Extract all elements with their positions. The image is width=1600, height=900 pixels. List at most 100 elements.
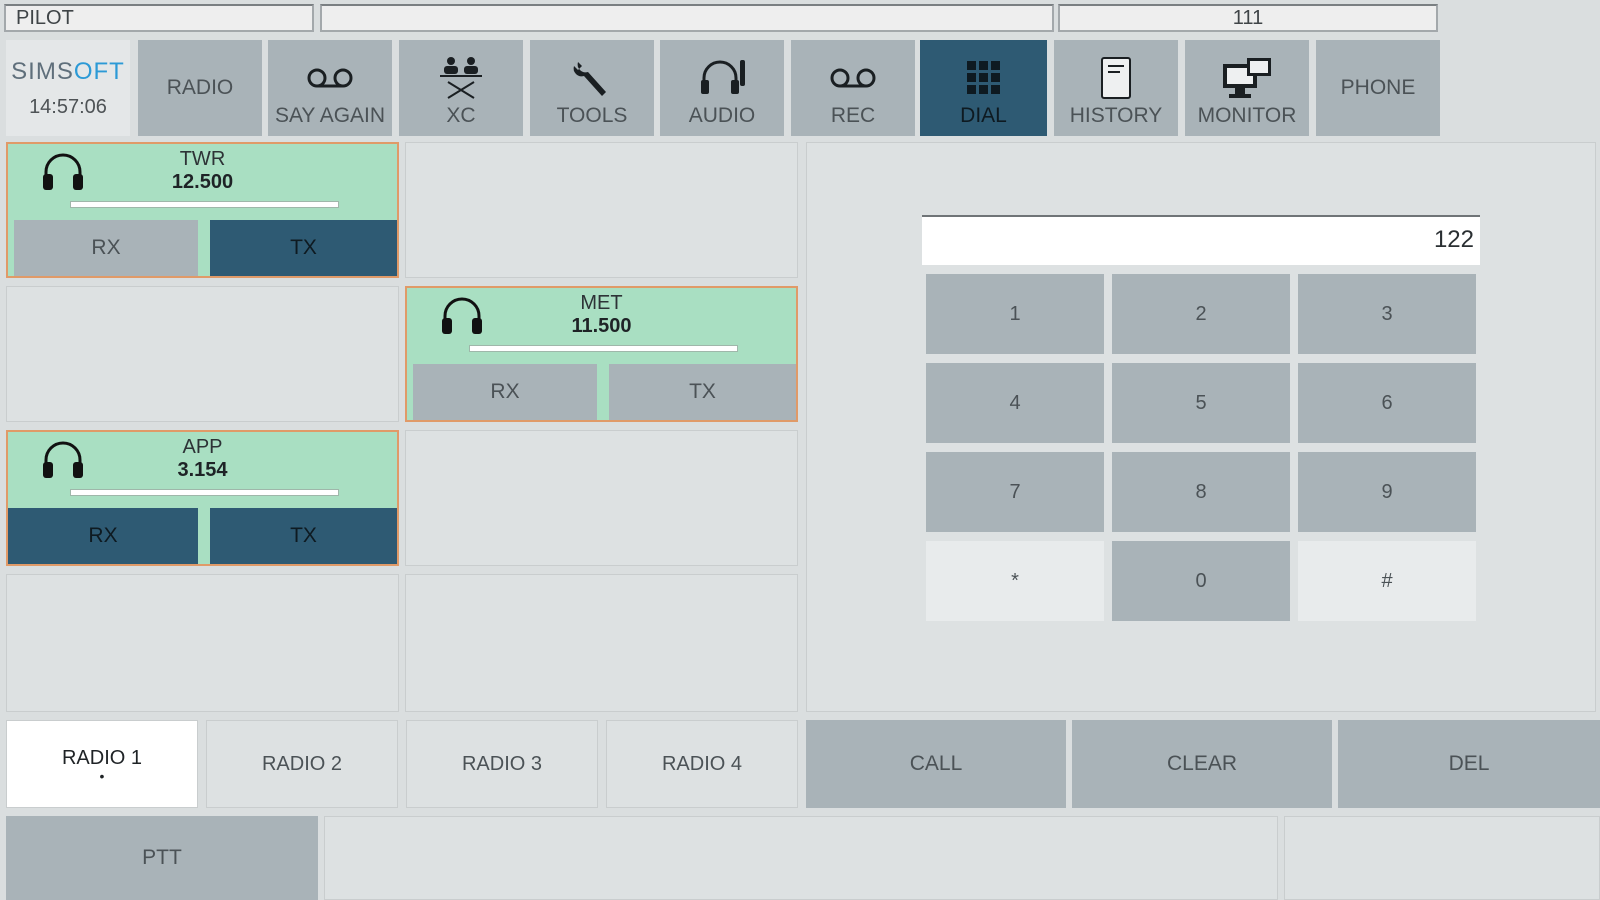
nav-history-label: HISTORY: [1069, 104, 1163, 127]
radio-slot-empty[interactable]: [6, 286, 399, 422]
key-label: 0: [1195, 569, 1207, 592]
clear-label: CLEAR: [1166, 752, 1238, 775]
key-label: 7: [1009, 480, 1021, 503]
del-button[interactable]: DEL: [1338, 720, 1600, 808]
nav-radio-label: RADIO: [166, 76, 234, 99]
tx-label: TX: [290, 524, 317, 547]
radio-slot-empty[interactable]: [405, 430, 798, 566]
tab-radio-3[interactable]: RADIO 3: [406, 720, 598, 808]
tx-button[interactable]: TX: [609, 364, 796, 420]
crosscouple-icon: [436, 52, 486, 104]
nav-xc-label: XC: [446, 104, 476, 127]
key-label: 4: [1009, 391, 1021, 414]
rx-label: RX: [490, 380, 520, 403]
key-label: 8: [1195, 480, 1207, 503]
dial-number: 122: [1433, 226, 1474, 253]
tab-radio-1[interactable]: RADIO 1 •: [6, 720, 198, 808]
nav-history-button[interactable]: HISTORY: [1054, 40, 1178, 136]
nav-tools-label: TOOLS: [556, 104, 628, 127]
tx-button[interactable]: TX: [210, 508, 397, 564]
nav-dial-button[interactable]: DIAL: [920, 40, 1047, 136]
wrench-icon: [570, 52, 614, 104]
key-0[interactable]: 0: [1112, 541, 1290, 621]
tx-label: TX: [689, 380, 716, 403]
radio-slot-empty[interactable]: [405, 142, 798, 278]
key-label: 5: [1195, 391, 1207, 414]
key-3[interactable]: 3: [1298, 274, 1476, 354]
rx-button[interactable]: RX: [14, 220, 198, 276]
nav-say-again-button[interactable]: SAY AGAIN: [268, 40, 392, 136]
nav-dial-label: DIAL: [960, 104, 1007, 127]
ptt-label: PTT: [142, 846, 182, 869]
nav-xc-button[interactable]: XC: [399, 40, 523, 136]
radio-frequency: 3.154: [177, 459, 228, 481]
status-bar-right: [1284, 816, 1600, 900]
key-2[interactable]: 2: [1112, 274, 1290, 354]
keypad-icon: [966, 52, 1002, 104]
clear-button[interactable]: CLEAR: [1072, 720, 1332, 808]
code-field: 111: [1058, 4, 1438, 32]
nav-rec-label: REC: [830, 104, 876, 127]
radio-name: APP: [182, 436, 223, 458]
tab-label: RADIO 1: [61, 746, 143, 769]
radio-slot-empty[interactable]: [6, 574, 399, 712]
radio-card-twr[interactable]: TWR 12.500 RX TX: [6, 142, 399, 278]
rx-button[interactable]: RX: [413, 364, 597, 420]
radio-name: TWR: [179, 148, 226, 170]
key-label: 9: [1381, 480, 1393, 503]
logo-accent: OFT: [73, 57, 125, 85]
level-bar: [469, 345, 738, 352]
nav-say-again-label: SAY AGAIN: [274, 104, 386, 127]
tab-label: RADIO 2: [261, 752, 343, 775]
key-5[interactable]: 5: [1112, 363, 1290, 443]
tab-label: RADIO 4: [661, 752, 743, 775]
call-button[interactable]: CALL: [806, 720, 1066, 808]
monitor-icon: [1221, 52, 1273, 104]
key-label: 6: [1381, 391, 1393, 414]
level-bar: [70, 489, 339, 496]
radio-header: APP 3.154: [8, 432, 397, 508]
key-9[interactable]: 9: [1298, 452, 1476, 532]
brand-panel: SIMSOFT 14:57:06: [6, 40, 130, 136]
tab-marker: •: [99, 767, 105, 784]
code-text: 111: [1232, 7, 1264, 29]
level-bar: [70, 201, 339, 208]
key-label: 1: [1009, 302, 1021, 325]
key-1[interactable]: 1: [926, 274, 1104, 354]
radio-slot-empty[interactable]: [405, 574, 798, 712]
ptt-button[interactable]: PTT: [6, 816, 318, 900]
key-7[interactable]: 7: [926, 452, 1104, 532]
logo-prefix: SIMS: [11, 57, 74, 85]
tx-button[interactable]: TX: [210, 220, 397, 276]
key-label: 2: [1195, 302, 1207, 325]
key-8[interactable]: 8: [1112, 452, 1290, 532]
rx-label: RX: [88, 524, 118, 547]
nav-phone-label: PHONE: [1340, 76, 1416, 99]
del-label: DEL: [1448, 752, 1490, 775]
brand-logo: SIMSOFT: [11, 58, 125, 86]
role-text: PILOT: [16, 7, 74, 29]
role-field: PILOT: [4, 4, 314, 32]
clock: 14:57:06: [29, 95, 107, 118]
tab-label: RADIO 3: [461, 752, 543, 775]
tab-radio-2[interactable]: RADIO 2: [206, 720, 398, 808]
radio-card-met[interactable]: MET 11.500 RX TX: [405, 286, 798, 422]
nav-monitor-button[interactable]: MONITOR: [1185, 40, 1309, 136]
middle-field: [320, 4, 1054, 32]
nav-tools-button[interactable]: TOOLS: [530, 40, 654, 136]
nav-audio-button[interactable]: AUDIO: [660, 40, 784, 136]
key-6[interactable]: 6: [1298, 363, 1476, 443]
nav-radio-button[interactable]: RADIO: [138, 40, 262, 136]
key-star[interactable]: *: [926, 541, 1104, 621]
nav-monitor-label: MONITOR: [1197, 104, 1297, 127]
radio-card-app[interactable]: APP 3.154 RX TX: [6, 430, 399, 566]
nav-rec-button[interactable]: REC: [791, 40, 915, 136]
tab-radio-4[interactable]: RADIO 4: [606, 720, 798, 808]
key-4[interactable]: 4: [926, 363, 1104, 443]
nav-phone-button[interactable]: PHONE: [1316, 40, 1440, 136]
key-label: 3: [1381, 302, 1393, 325]
key-hash[interactable]: #: [1298, 541, 1476, 621]
rx-button[interactable]: RX: [8, 508, 198, 564]
radio-frequency: 11.500: [571, 315, 632, 337]
status-bar: [324, 816, 1278, 900]
